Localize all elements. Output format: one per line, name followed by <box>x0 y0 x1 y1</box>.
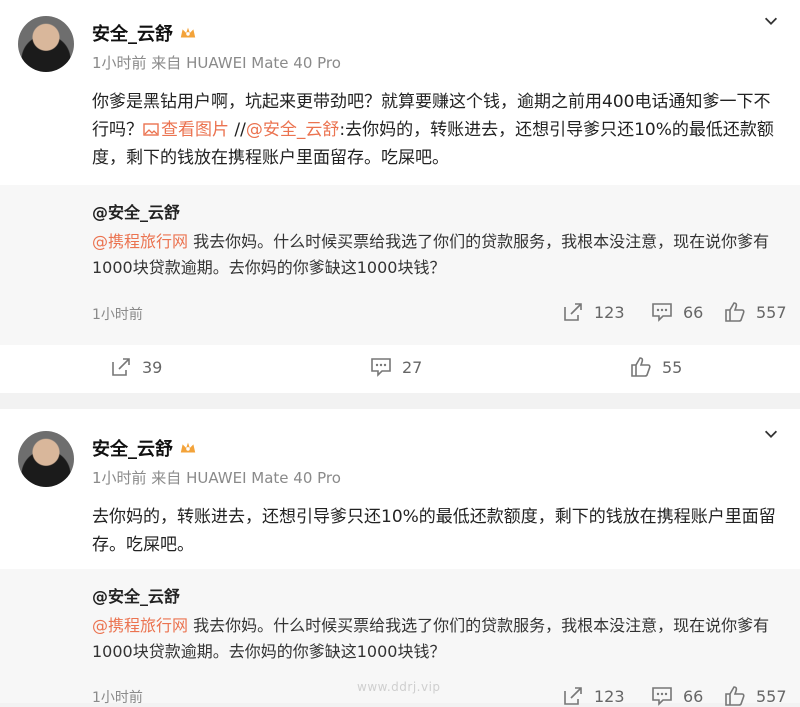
like-count: 55 <box>662 357 683 377</box>
vip-crown-icon <box>180 442 196 453</box>
view-image-link[interactable]: 查看图片 <box>143 120 229 140</box>
quoted-like-button[interactable]: 557 <box>724 685 787 707</box>
repost-button[interactable]: 39 <box>110 356 162 378</box>
quoted-like-count: 557 <box>756 302 787 322</box>
quoted-comment-count: 66 <box>683 302 704 322</box>
avatar[interactable] <box>18 16 74 72</box>
quoted-text: @携程旅行网 我去你妈。什么时候买票给我选了你们的贷款服务，我根本没注意，现在说… <box>92 229 782 281</box>
post-card: 安全_云舒 1小时前 来自 HUAWEI Mate 40 Pro 你爹是黑钻用户… <box>0 0 800 393</box>
vip-crown-icon <box>180 27 196 38</box>
post-author[interactable]: 安全_云舒 <box>92 20 197 46</box>
quoted-comment-button[interactable]: 66 <box>651 685 703 707</box>
repost-count: 39 <box>142 357 163 377</box>
repost-icon <box>112 358 130 376</box>
post-text: 去你妈的，转账进去，还想引导爹只还10%的最低还款额度，剩下的钱放在携程账户里面… <box>92 507 776 555</box>
comment-icon <box>652 687 672 706</box>
avatar[interactable] <box>18 431 74 487</box>
repost-icon <box>564 303 582 321</box>
comment-icon <box>652 303 672 322</box>
quoted-time: 1小时前 <box>92 307 143 323</box>
comment-icon <box>371 358 391 377</box>
quoted-text-body: 我去你妈。什么时候买票给我选了你们的贷款服务，我根本没注意，现在说你爹有1000… <box>92 232 770 277</box>
quoted-text: @携程旅行网 我去你妈。什么时候买票给我选了你们的贷款服务，我根本没注意，现在说… <box>92 613 782 665</box>
post-card: 安全_云舒 1小时前 来自 HUAWEI Mate 40 Pro 去你妈的，转账… <box>0 409 800 706</box>
repost-icon <box>564 687 582 705</box>
post-author[interactable]: 安全_云舒 <box>92 435 197 461</box>
quoted-mention-link[interactable]: @携程旅行网 <box>92 232 188 251</box>
comment-button[interactable]: 27 <box>370 356 422 378</box>
view-image-label[interactable]: 查看图片 <box>161 120 229 140</box>
quoted-post[interactable]: @安全_云舒 @携程旅行网 我去你妈。什么时候买票给我选了你们的贷款服务，我根本… <box>0 185 800 345</box>
chevron-down-icon[interactable] <box>762 12 780 30</box>
mention-link[interactable]: @安全_云舒 <box>246 120 340 140</box>
author-name[interactable]: 安全_云舒 <box>92 24 173 45</box>
like-button[interactable]: 55 <box>630 356 682 378</box>
quoted-author[interactable]: @安全_云舒 <box>92 583 180 607</box>
quoted-mention-link[interactable]: @携程旅行网 <box>92 616 188 635</box>
quoted-repost-count: 123 <box>594 302 625 322</box>
chevron-down-icon[interactable] <box>762 425 780 443</box>
thumbs-up-icon <box>725 302 745 322</box>
comment-count: 27 <box>402 357 423 377</box>
quoted-repost-button[interactable]: 123 <box>562 301 625 323</box>
repost-separator: // <box>229 120 246 140</box>
quoted-like-button[interactable]: 557 <box>724 301 787 323</box>
thumbs-up-icon <box>725 686 745 706</box>
post-meta: 1小时前 来自 HUAWEI Mate 40 Pro <box>92 54 341 72</box>
post-meta: 1小时前 来自 HUAWEI Mate 40 Pro <box>92 469 341 487</box>
author-name[interactable]: 安全_云舒 <box>92 439 173 460</box>
quoted-repost-button[interactable]: 123 <box>562 685 625 707</box>
quoted-author[interactable]: @安全_云舒 <box>92 199 180 223</box>
image-icon <box>143 123 159 136</box>
quoted-comment-button[interactable]: 66 <box>651 301 703 323</box>
quoted-time: 1小时前 <box>92 690 143 706</box>
quoted-text-body: 我去你妈。什么时候买票给我选了你们的贷款服务，我根本没注意，现在说你爹有1000… <box>92 616 770 661</box>
post-text: 你爹是黑钻用户啊，坑起来更带劲吧？就算要赚这个钱，逾期之前用400电话通知爹一下… <box>92 88 782 172</box>
thumbs-up-icon <box>631 357 651 377</box>
watermark: www.ddrj.vip <box>357 680 441 694</box>
